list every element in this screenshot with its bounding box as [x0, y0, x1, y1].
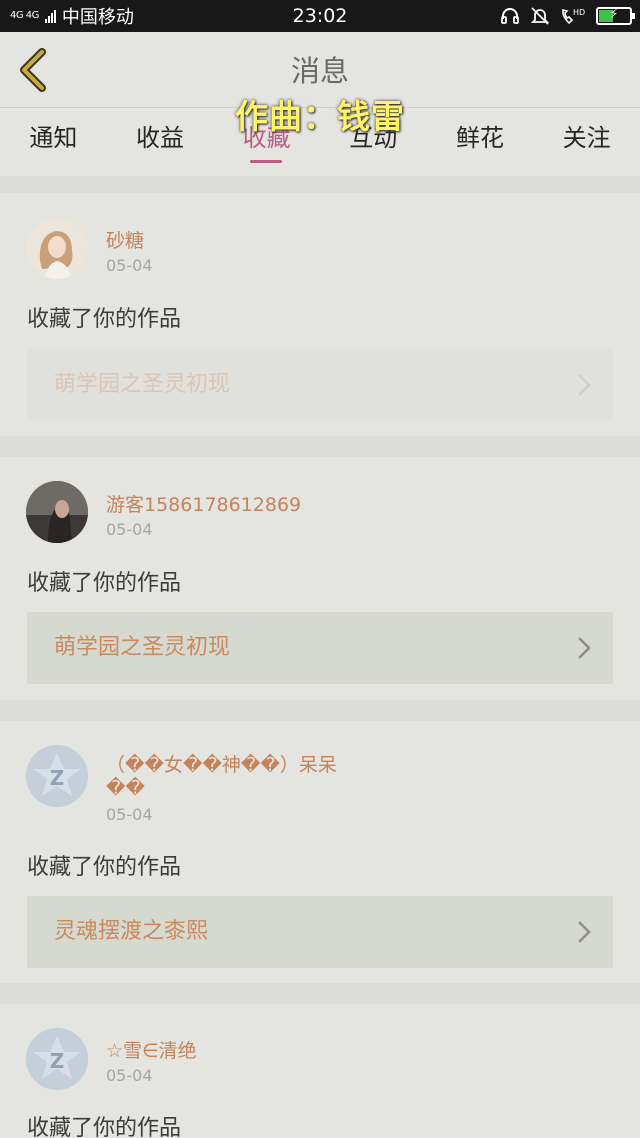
username[interactable]: 砂糖: [106, 226, 144, 253]
action-text: 收藏了你的作品: [27, 855, 182, 880]
avatar[interactable]: [26, 217, 88, 279]
message-date: 05-04: [106, 256, 153, 275]
overlay-caption: 作曲：钱雷: [235, 97, 405, 136]
username[interactable]: ☆雪∈清绝: [106, 1036, 197, 1063]
message-date: 05-04: [106, 520, 153, 539]
action-text: 收藏了你的作品: [27, 307, 182, 332]
action-text: 收藏了你的作品: [27, 1116, 182, 1138]
message-date: 05-04: [106, 805, 153, 824]
message-card: Z （��女��神��）呆呆 �� 05-04 收藏了你的作品 灵魂摆渡之桼熙: [0, 721, 640, 983]
hd-call-icon: HD: [562, 8, 585, 25]
svg-text:Z: Z: [50, 1049, 65, 1073]
message-card: 砂糖 05-04 收藏了你的作品 萌学园之圣灵初现: [0, 193, 640, 436]
status-bar: 4G 4G 中国移动 23:02 HD ⚡: [0, 0, 640, 32]
default-z-icon[interactable]: Z: [26, 1028, 88, 1090]
active-tab-indicator: [250, 160, 283, 163]
username-continued[interactable]: ��: [106, 777, 145, 799]
avatar[interactable]: [26, 481, 88, 543]
work-link[interactable]: 萌学园之圣灵初现: [27, 349, 613, 421]
headset-icon: [501, 8, 519, 24]
username[interactable]: （��女��神��）呆呆: [106, 750, 337, 777]
message-card: Z ☆雪∈清绝 05-04 收藏了你的作品: [0, 1004, 640, 1138]
svg-text:Z: Z: [50, 766, 65, 790]
battery-charging-icon: ⚡: [596, 7, 635, 25]
work-link[interactable]: 萌学园之圣灵初现: [27, 612, 613, 684]
work-title: 萌学园之圣灵初现: [54, 635, 231, 660]
chevron-right-icon: [578, 637, 591, 659]
silent-bell-icon: [530, 7, 550, 25]
default-z-icon[interactable]: Z: [26, 745, 88, 807]
svg-text:HD: HD: [573, 8, 585, 17]
work-link[interactable]: 灵魂摆渡之桼熙: [27, 896, 613, 968]
action-text: 收藏了你的作品: [27, 571, 182, 596]
work-title: 萌学园之圣灵初现: [54, 372, 231, 397]
message-date: 05-04: [106, 1066, 153, 1085]
chevron-right-icon: [578, 921, 591, 943]
message-card: 游客1586178612869 05-04 收藏了你的作品 萌学园之圣灵初现: [0, 457, 640, 700]
work-title: 灵魂摆渡之桼熙: [54, 919, 209, 944]
chevron-right-icon: [578, 374, 591, 396]
username[interactable]: 游客1586178612869: [106, 490, 301, 517]
